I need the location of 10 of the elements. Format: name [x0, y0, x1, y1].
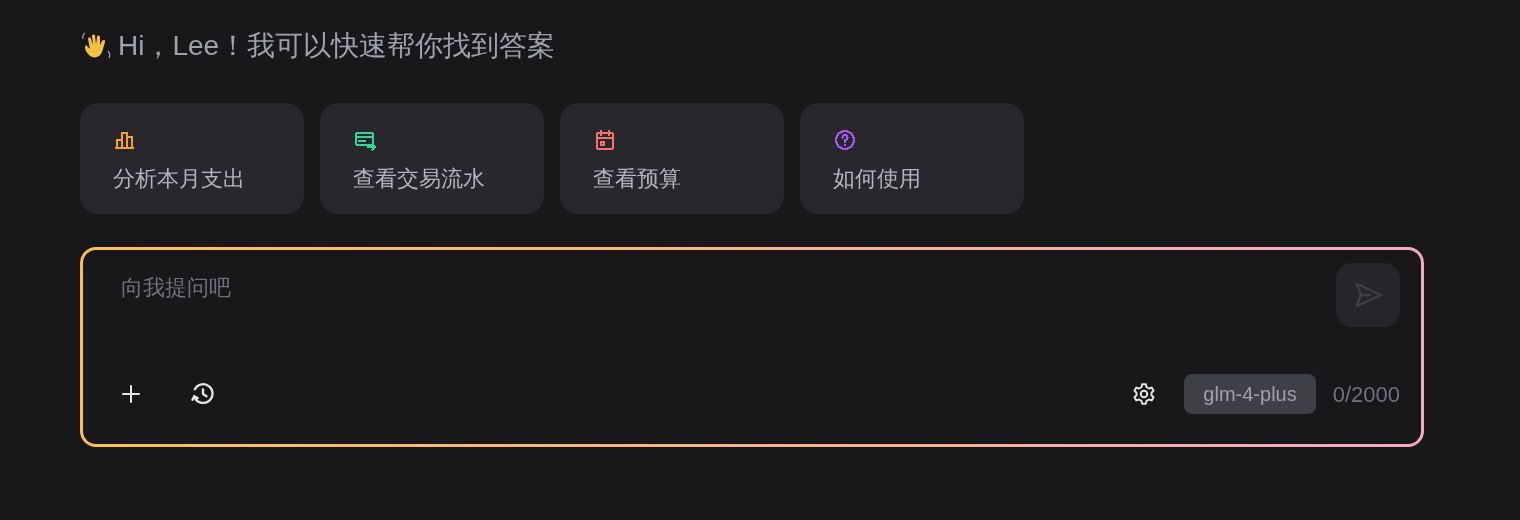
character-counter: 0/2000	[1332, 380, 1400, 409]
input-panel[interactable]: 向我提问吧 glm-4-plus 0/2000	[80, 247, 1424, 447]
suggestion-card[interactable]: 如何使用	[800, 103, 1024, 214]
suggestion-card[interactable]: 分析本月支出	[80, 103, 304, 214]
model-chip[interactable]: glm-4-plus	[1184, 374, 1316, 414]
greeting-text: Hi，Lee！我可以快速帮你找到答案	[118, 29, 556, 63]
plus-icon	[119, 382, 143, 406]
suggestion-card[interactable]: 查看交易流水	[320, 103, 544, 214]
question-field[interactable]: 向我提问吧	[121, 263, 1320, 319]
suggestion-card[interactable]: 查看预算	[560, 103, 784, 214]
